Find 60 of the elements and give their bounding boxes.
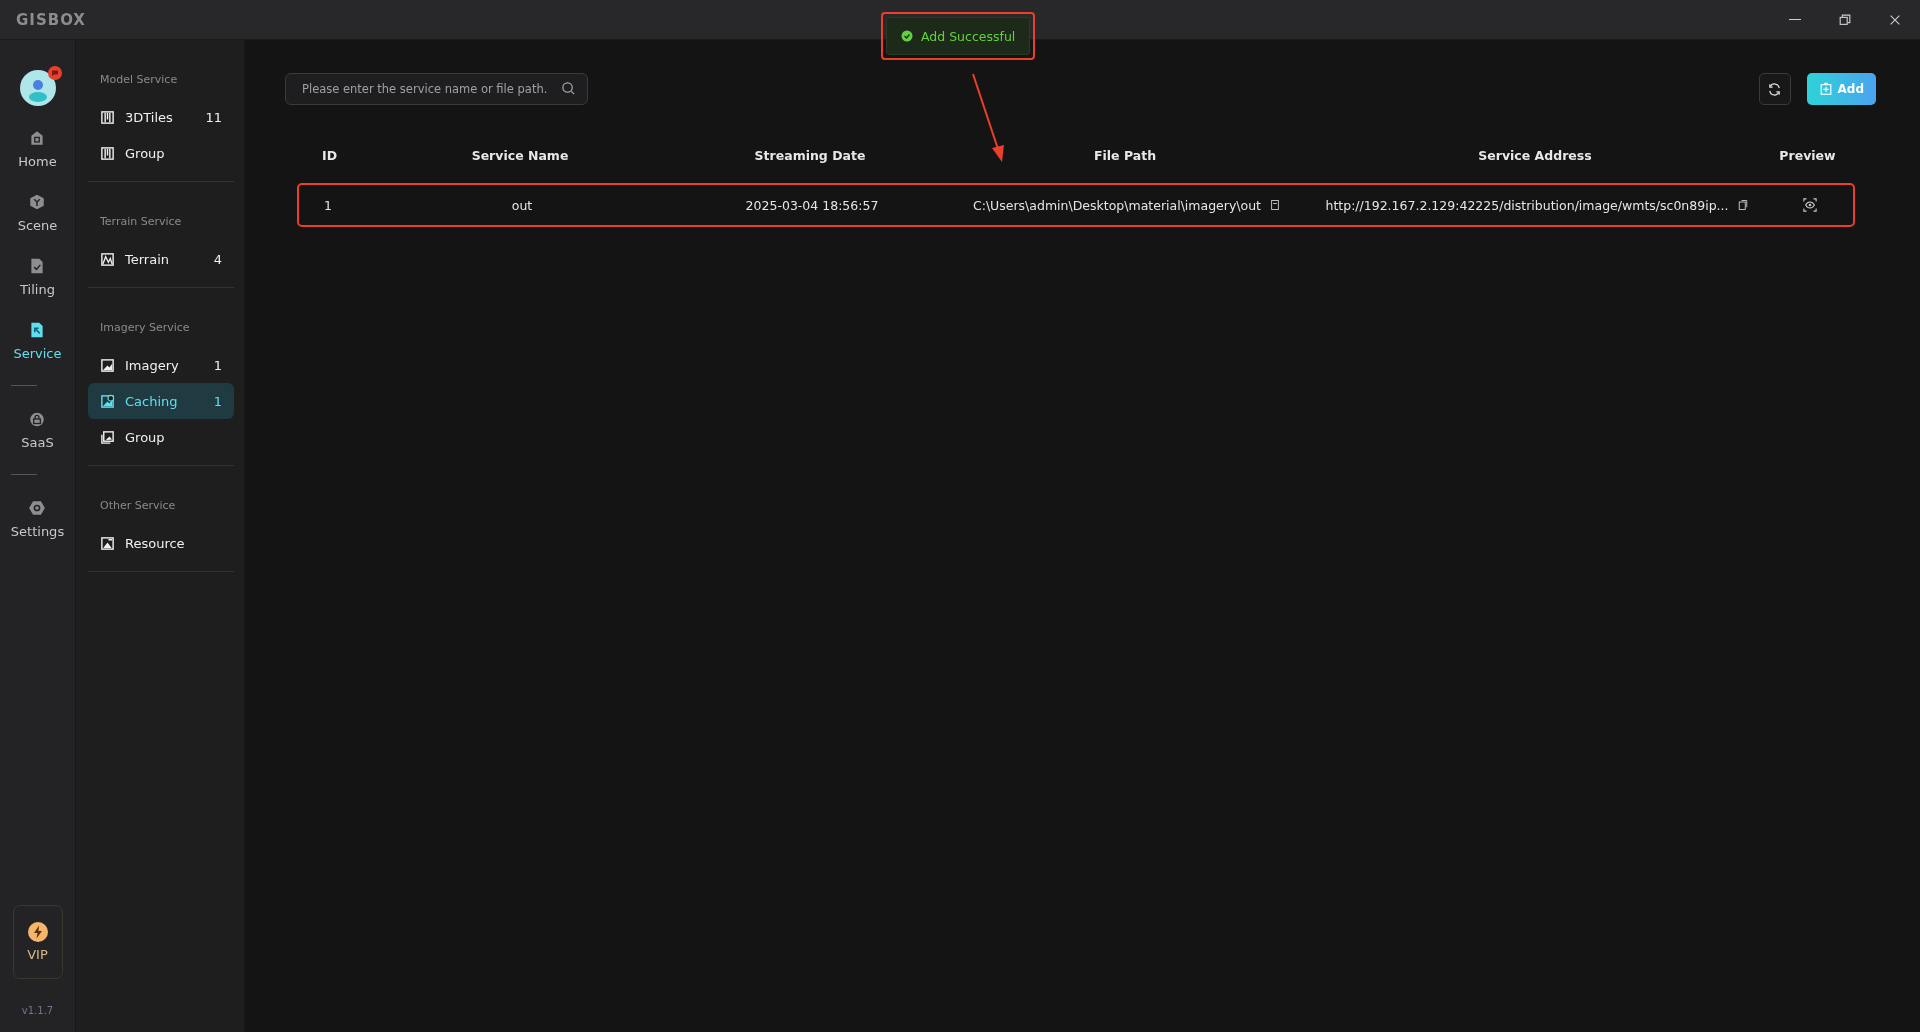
settings-icon	[28, 499, 47, 517]
sidebar-item[interactable]: Group	[88, 419, 234, 455]
section-heading: Other Service	[99, 499, 177, 512]
nav-item[interactable]: Home	[10, 129, 65, 169]
section-heading: Model Service	[99, 73, 179, 86]
column-header: Streaming Date	[753, 147, 867, 163]
document-icon	[1269, 199, 1281, 211]
sidebar-item[interactable]: 3DTiles 11	[88, 99, 234, 135]
table-cell-text: out	[510, 197, 534, 213]
table-row[interactable]: 1 out 2025-03-04 18:56:57 C:\Users\admin\Desktop\material\imagery\out http://192.167.2.129:42225/distribution/image/wmts/sc0n89ip...	[297, 183, 1855, 227]
refresh-icon	[1767, 81, 1783, 97]
image-clock-icon	[100, 393, 115, 409]
vip-button[interactable]: VIP	[12, 905, 63, 979]
plus-box-icon	[1818, 82, 1833, 96]
minimize-icon	[1789, 18, 1801, 21]
check-circle-icon	[901, 30, 913, 42]
lightning-icon	[27, 922, 48, 942]
column-header: Service Address	[1477, 147, 1593, 163]
toast-message: Add Successful	[886, 17, 1031, 55]
image-icon	[100, 357, 115, 373]
notification-badge-icon	[47, 66, 62, 80]
copy-button[interactable]	[1269, 199, 1281, 211]
sidebar-item[interactable]: Imagery 1	[88, 347, 234, 383]
table-cell-text: 2025-03-04 18:56:57	[744, 197, 880, 213]
version-label: v1.1.7	[21, 1005, 54, 1016]
restore-icon	[1838, 12, 1852, 27]
refresh-button[interactable]	[1758, 73, 1791, 105]
column-header: File Path	[1092, 147, 1158, 163]
chart-frame-icon	[100, 251, 115, 267]
nav-item[interactable]: SaaS	[10, 410, 65, 450]
table-cell: C:\Users\admin\Desktop\material\imagery\out	[972, 197, 1261, 213]
nav-item[interactable]: Scene	[10, 193, 65, 233]
cube-icon	[28, 193, 47, 211]
avatar-icon	[18, 69, 57, 107]
column-header: Service Name	[470, 147, 570, 163]
barcode-frame-icon	[100, 109, 115, 125]
nav-item[interactable]: Tiling	[10, 257, 65, 297]
sidebar-item[interactable]: Caching 1	[88, 383, 234, 419]
eye-icon	[1802, 198, 1817, 212]
lock-icon	[28, 410, 47, 428]
nav-item[interactable]: Service	[10, 321, 65, 361]
search-icon	[561, 81, 576, 96]
sidebar-item[interactable]: Resource	[88, 525, 234, 561]
copy-icon	[1736, 199, 1749, 211]
section-heading: Terrain Service	[99, 215, 183, 228]
table-cell-text: 1	[323, 197, 333, 213]
copy-button[interactable]	[1736, 199, 1749, 211]
app-logo: GISBOX	[16, 10, 86, 29]
nav-item[interactable]: Settings	[10, 499, 65, 539]
stacked-image-icon	[100, 429, 115, 445]
section-heading: Imagery Service	[99, 321, 191, 334]
table-cell: http://192.167.2.129:42225/distribution/image/wmts/sc0n89ip...	[1325, 197, 1729, 213]
search-field[interactable]: Please enter the service name or file path.	[285, 73, 588, 105]
sidebar-item[interactable]: Group	[88, 135, 234, 171]
sidebar-item[interactable]: Terrain 4	[88, 241, 234, 277]
column-header: ID	[321, 147, 339, 163]
barcode-frame-icon	[100, 145, 115, 161]
column-header: Preview	[1778, 147, 1837, 163]
preview-button[interactable]	[1802, 198, 1817, 212]
picture-frame-icon	[100, 535, 115, 551]
